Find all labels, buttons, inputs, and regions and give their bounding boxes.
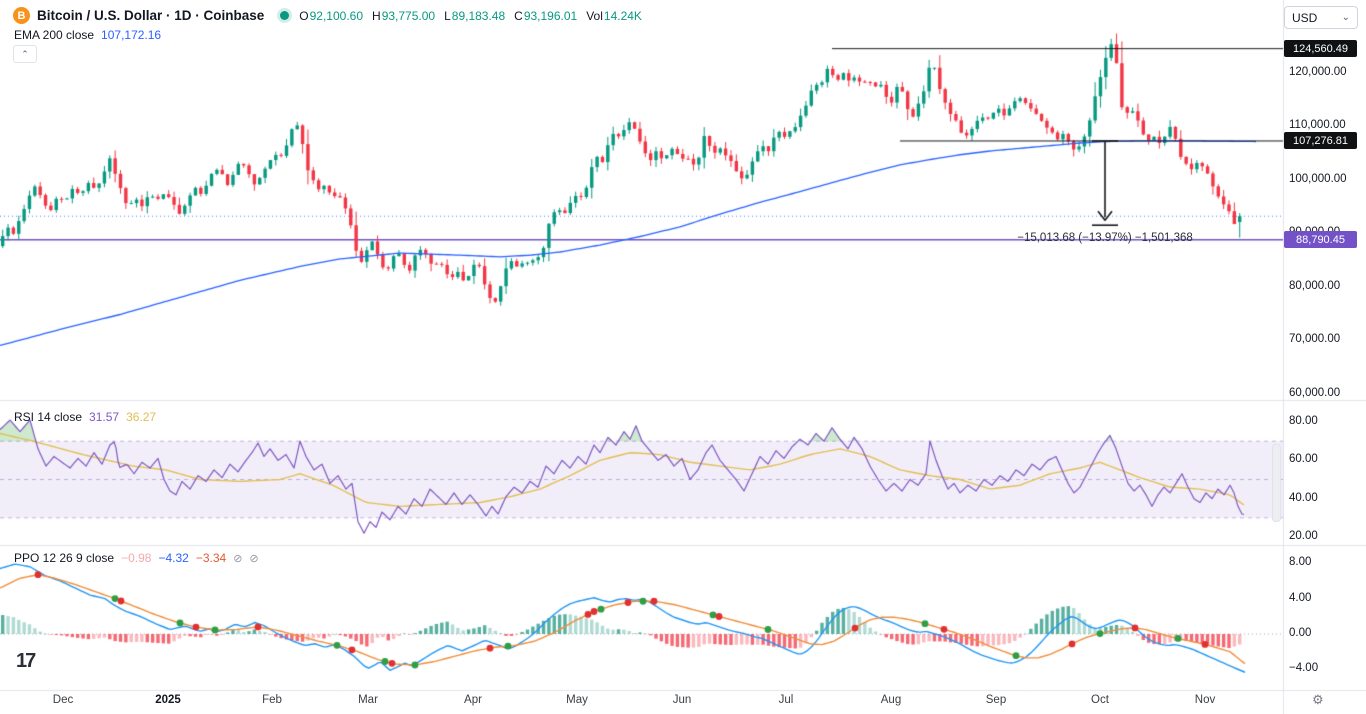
month-label[interactable]: Jun — [673, 694, 692, 706]
month-label[interactable]: Nov — [1195, 694, 1215, 706]
chart-page: B Bitcoin / U.S. Dollar · 1D · Coinbase … — [0, 0, 1366, 714]
ppo-hist-value: −0.98 — [121, 551, 151, 565]
ema-legend[interactable]: EMA 200 close 107,172.16 — [14, 28, 161, 42]
rsi-value: 31.57 — [89, 410, 119, 424]
symbol-title[interactable]: Bitcoin / U.S. Dollar · 1D · Coinbase — [37, 8, 264, 23]
month-label[interactable]: Jul — [779, 694, 794, 706]
month-label[interactable]: Oct — [1091, 694, 1109, 706]
tradingview-logo-icon[interactable]: 17 — [16, 650, 34, 673]
price-tick-label: 60,000.00 — [1289, 387, 1340, 399]
ppo-signal-value: −3.34 — [196, 551, 226, 565]
axis-scrollbar[interactable] — [1272, 444, 1281, 522]
month-label[interactable]: Apr — [464, 694, 482, 706]
ema-value: 107,172.16 — [101, 28, 161, 42]
month-label[interactable]: Sep — [986, 694, 1006, 706]
month-label[interactable]: Aug — [881, 694, 901, 706]
ppo-tick-label: −4.00 — [1289, 662, 1318, 674]
purple-level-price-label: 88,790.45 — [1284, 231, 1357, 248]
price-tick-label: 120,000.00 — [1289, 66, 1347, 78]
bitcoin-icon: B — [13, 7, 30, 24]
month-label[interactable]: May — [566, 694, 588, 706]
rsi-legend[interactable]: RSI 14 close 31.57 36.27 — [14, 410, 156, 424]
chevron-down-icon: ⌄ — [1342, 12, 1350, 23]
symbol-header: B Bitcoin / U.S. Dollar · 1D · Coinbase … — [13, 7, 642, 24]
high-value: H93,775.00 — [372, 9, 435, 23]
currency-value: USD — [1292, 11, 1317, 25]
price-tick-label: 100,000.00 — [1289, 173, 1347, 185]
gear-icon[interactable]: ⚙ — [1312, 692, 1324, 708]
open-value: O92,100.60 — [299, 9, 363, 23]
month-label[interactable]: 2025 — [155, 694, 181, 706]
collapse-legend-button[interactable]: ⌃ — [13, 45, 37, 63]
rsi-label: RSI 14 close — [14, 410, 82, 424]
rsi-tick-label: 20.00 — [1289, 530, 1318, 542]
price-tick-label: 70,000.00 — [1289, 333, 1340, 345]
measure-annotation[interactable]: −15,013.68 (−13.97%) −1,501,368 — [1017, 232, 1193, 244]
ppo-legend[interactable]: PPO 12 26 9 close −0.98 −4.32 −3.34 ⊘ ⊘ — [14, 551, 259, 565]
rsi-tick-label: 40.00 — [1289, 492, 1318, 504]
chevron-up-icon: ⌃ — [21, 50, 29, 59]
month-label[interactable]: Mar — [358, 694, 378, 706]
price-tick-label: 110,000.00 — [1289, 119, 1346, 131]
price-tick-label: 80,000.00 — [1289, 280, 1340, 292]
ohlc-values: O92,100.60 H93,775.00 L89,183.48 C93,196… — [299, 9, 642, 23]
ppo-tick-label: 0.00 — [1289, 627, 1311, 639]
rsi-tick-label: 60.00 — [1289, 453, 1318, 465]
ppo-tick-label: 4.00 — [1289, 592, 1311, 604]
ppo-tick-label: 8.00 — [1289, 556, 1311, 568]
ema-label: EMA 200 close — [14, 28, 94, 42]
volume-value: Vol14.24K — [586, 9, 642, 23]
hide-icon[interactable]: ⊘ — [233, 552, 242, 565]
close-value: C93,196.01 — [514, 9, 577, 23]
rsi-ma-value: 36.27 — [126, 410, 156, 424]
hide-icon[interactable]: ⊘ — [249, 552, 258, 565]
ppo-label: PPO 12 26 9 close — [14, 551, 114, 565]
ppo-line-value: −4.32 — [158, 551, 188, 565]
currency-dropdown[interactable]: USD ⌄ — [1284, 6, 1358, 29]
support-price-label: 107,276.81 — [1284, 132, 1357, 149]
price-chart-canvas[interactable] — [0, 0, 1366, 714]
low-value: L89,183.48 — [444, 9, 505, 23]
month-label[interactable]: Feb — [262, 694, 282, 706]
market-status-icon[interactable] — [280, 11, 289, 20]
resistance-price-label: 124,560.49 — [1284, 40, 1357, 57]
month-label[interactable]: Dec — [53, 694, 73, 706]
rsi-tick-label: 80.00 — [1289, 415, 1318, 427]
